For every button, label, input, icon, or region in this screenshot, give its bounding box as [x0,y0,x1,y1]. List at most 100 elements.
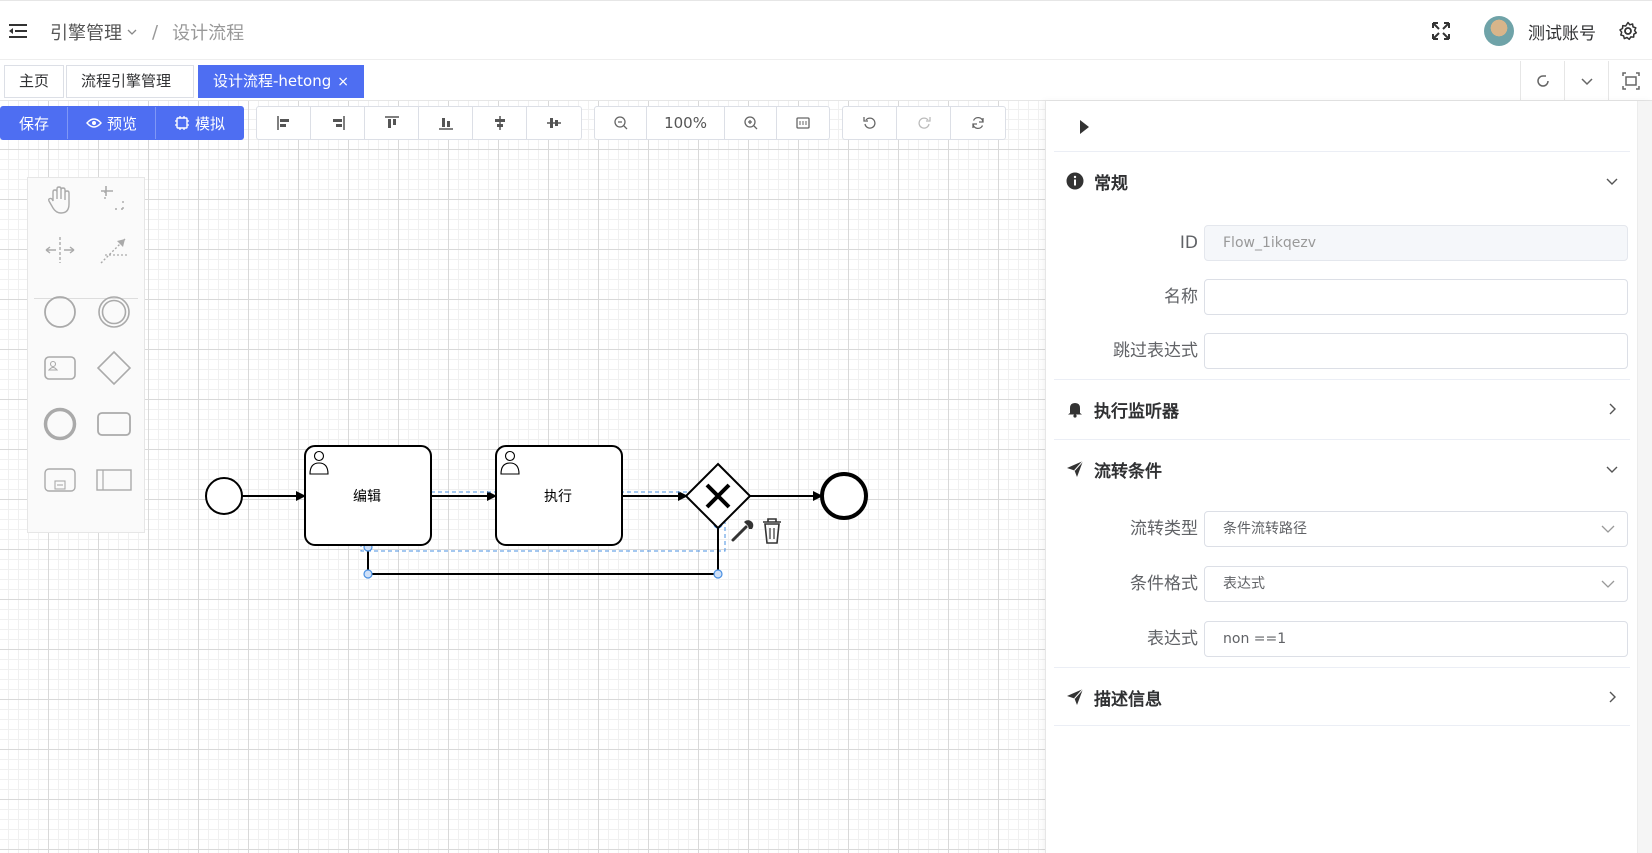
align-top-button[interactable] [365,107,420,139]
expression-field[interactable] [1204,621,1628,657]
fullscreen-icon[interactable] [1430,20,1452,42]
chevron-down-icon [1580,78,1593,86]
trash-icon[interactable] [763,518,781,544]
label-condition-format: 条件格式 [1130,574,1198,594]
properties-panel: 常规 ID 名称 跳过表达式 执行监听器 流转条件 流转类型 条件流转路径 [1045,101,1652,853]
section-description-header[interactable]: 描述信息 [1054,668,1630,726]
align-button-group [256,106,583,140]
section-divider [1054,725,1630,726]
align-top-icon [384,116,399,128]
bpmn-diagram: 编辑 执行 [0,101,1045,853]
menu-fold-icon[interactable] [8,21,28,41]
label-flow-type: 流转类型 [1130,519,1198,539]
tag-close-icon[interactable]: × [337,74,349,90]
collapse-panel-icon[interactable] [1074,117,1094,137]
section-listeners: 执行监听器 [1054,379,1630,438]
exclusive-gateway[interactable] [684,462,752,530]
chevron-down-icon [127,29,137,35]
chevron-down-icon [1601,525,1615,533]
align-left-icon [276,116,289,130]
tag-home[interactable]: 主页 [4,65,65,98]
align-left-button[interactable] [257,107,312,139]
refresh-icon [1536,75,1549,87]
tags-view: 主页 流程引擎管理 设计流程-hetong × [0,61,1652,101]
align-middle-icon [547,118,562,128]
chevron-right-icon [1609,691,1616,703]
action-button-group: 保存 预览 模拟 [0,106,245,140]
align-bottom-button[interactable] [419,107,474,139]
reload-icon [972,116,984,130]
align-center-icon [494,116,505,130]
task-label-execute: 执行 [544,489,572,505]
row-flow-type: 流转类型 条件流转路径 [1054,511,1630,547]
condition-format-select[interactable]: 表达式 [1204,566,1628,602]
section-listeners-header[interactable]: 执行监听器 [1054,380,1630,438]
reset-button[interactable] [951,107,1005,139]
undo-button[interactable] [843,107,898,139]
chevron-right-icon [1609,403,1616,415]
wrench-icon[interactable] [731,520,754,542]
zoom-in-button[interactable] [725,107,778,139]
breadcrumb: 引擎管理 / 设计流程 [50,19,244,45]
label-expression: 表达式 [1147,629,1198,649]
skip-expression-field[interactable] [1204,333,1628,369]
label-skip-expression: 跳过表达式 [1113,341,1198,361]
tab-maximize-button[interactable] [1608,61,1652,101]
eye-icon [86,118,102,128]
end-event[interactable] [820,472,868,520]
simulate-button[interactable]: 模拟 [156,107,243,139]
preview-button[interactable]: 预览 [68,107,157,139]
tab-dropdown-button[interactable] [1564,61,1608,101]
username[interactable]: 测试账号 [1528,19,1596,44]
row-name: 名称 [1054,279,1630,315]
row-id: ID [1054,225,1630,261]
designer-toolbar: 保存 预览 模拟 100% [0,106,1018,140]
chevron-down-icon [1606,466,1618,473]
id-field[interactable] [1204,225,1628,261]
section-general: 常规 [1054,151,1630,210]
redo-icon [917,117,931,129]
info-icon [1066,172,1084,190]
cpu-icon [175,116,190,130]
name-field[interactable] [1204,279,1628,315]
section-general-header[interactable]: 常规 [1054,152,1630,210]
breadcrumb-separator: / [152,21,159,43]
zoom-out-button[interactable] [595,107,648,139]
bell-icon [1068,403,1082,418]
align-right-button[interactable] [311,107,366,139]
send-icon [1067,688,1084,705]
zoom-in-icon [743,116,758,130]
task-label-edit: 编辑 [353,489,381,505]
zoom-level: 100% [647,107,726,139]
breadcrumb-item-engine[interactable]: 引擎管理 [50,19,138,45]
tag-design-flow[interactable]: 设计流程-hetong × [198,65,364,98]
chevron-down-icon [1606,178,1618,185]
flow-type-select[interactable]: 条件流转路径 [1204,511,1628,547]
row-expression: 表达式 [1054,621,1630,657]
maximize-icon [1621,72,1640,90]
label-name: 名称 [1164,287,1198,307]
save-button[interactable]: 保存 [1,107,69,139]
history-button-group [842,106,1007,140]
redo-button[interactable] [897,107,952,139]
row-skip-expression: 跳过表达式 [1054,333,1630,369]
label-id: ID [1179,233,1198,253]
fit-viewport-button[interactable] [777,107,829,139]
send-icon [1067,460,1084,477]
tag-engine-management[interactable]: 流程引擎管理 [66,65,194,98]
section-condition-header[interactable]: 流转条件 [1054,440,1630,498]
align-right-icon [332,116,345,130]
align-center-button[interactable] [473,107,528,139]
section-description: 描述信息 [1054,667,1630,726]
panel-scrollbar[interactable] [1637,101,1652,853]
start-event[interactable] [205,477,243,515]
gear-icon[interactable] [1618,21,1638,41]
section-condition: 流转条件 [1054,439,1630,498]
top-header: 引擎管理 / 设计流程 测试账号 [0,0,1652,60]
avatar[interactable] [1484,16,1514,46]
breadcrumb-current: 设计流程 [172,23,245,44]
fit-screen-icon [796,117,810,129]
zoom-out-icon [613,116,628,130]
refresh-tab-button[interactable] [1520,61,1564,101]
align-middle-button[interactable] [527,107,581,139]
